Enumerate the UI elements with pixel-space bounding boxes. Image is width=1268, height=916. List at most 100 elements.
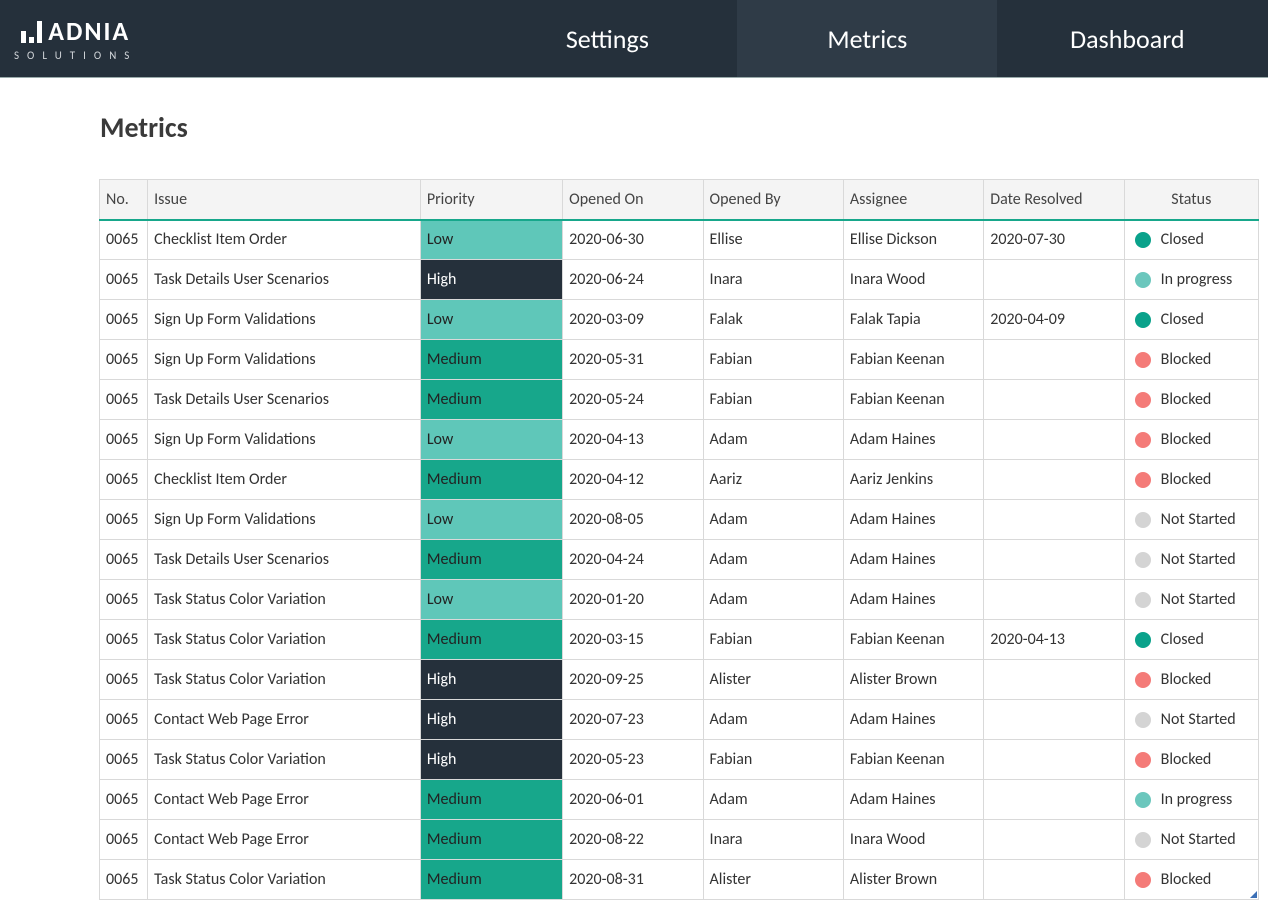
cell-issue[interactable]: Task Details User Scenarios: [148, 540, 421, 580]
cell-date-resolved[interactable]: [984, 340, 1124, 380]
cell-assignee[interactable]: Fabian Keenan: [843, 340, 983, 380]
cell-issue[interactable]: Sign Up Form Validations: [148, 500, 421, 540]
cell-opened-by[interactable]: Ellise: [703, 220, 843, 260]
cell-issue[interactable]: Task Status Color Variation: [148, 860, 421, 900]
cell-assignee[interactable]: Adam Haines: [843, 500, 983, 540]
cell-opened-on[interactable]: 2020-07-23: [563, 700, 703, 740]
table-row[interactable]: 0065Checklist Item OrderLow2020-06-30Ell…: [100, 220, 1259, 260]
cell-date-resolved[interactable]: [984, 660, 1124, 700]
cell-opened-by[interactable]: Alister: [703, 860, 843, 900]
cell-issue[interactable]: Contact Web Page Error: [148, 700, 421, 740]
cell-opened-by[interactable]: Adam: [703, 500, 843, 540]
cell-assignee[interactable]: Fabian Keenan: [843, 740, 983, 780]
table-row[interactable]: 0065Contact Web Page ErrorHigh2020-07-23…: [100, 700, 1259, 740]
cell-status[interactable]: Closed: [1124, 300, 1258, 340]
cell-opened-on[interactable]: 2020-04-12: [563, 460, 703, 500]
cell-status[interactable]: Blocked: [1124, 380, 1258, 420]
cell-assignee[interactable]: Inara Wood: [843, 820, 983, 860]
cell-opened-on[interactable]: 2020-05-23: [563, 740, 703, 780]
table-row[interactable]: 0065Contact Web Page ErrorMedium2020-08-…: [100, 820, 1259, 860]
cell-opened-by[interactable]: Aariz: [703, 460, 843, 500]
table-row[interactable]: 0065Sign Up Form ValidationsLow2020-03-0…: [100, 300, 1259, 340]
cell-opened-by[interactable]: Alister: [703, 660, 843, 700]
nav-tab-dashboard[interactable]: Dashboard: [997, 0, 1257, 77]
cell-issue[interactable]: Sign Up Form Validations: [148, 340, 421, 380]
cell-status[interactable]: Blocked: [1124, 420, 1258, 460]
cell-opened-by[interactable]: Adam: [703, 780, 843, 820]
cell-priority[interactable]: Medium: [420, 860, 562, 900]
cell-opened-on[interactable]: 2020-08-22: [563, 820, 703, 860]
table-row[interactable]: 0065Task Status Color VariationMedium202…: [100, 620, 1259, 660]
cell-opened-by[interactable]: Fabian: [703, 340, 843, 380]
col-header[interactable]: No.: [100, 180, 148, 220]
cell-status[interactable]: In progress: [1124, 780, 1258, 820]
cell-priority[interactable]: High: [420, 660, 562, 700]
cell-opened-by[interactable]: Fabian: [703, 380, 843, 420]
cell-status[interactable]: In progress: [1124, 260, 1258, 300]
cell-assignee[interactable]: Aariz Jenkins: [843, 460, 983, 500]
cell-status[interactable]: Blocked: [1124, 740, 1258, 780]
cell-issue[interactable]: Task Status Color Variation: [148, 580, 421, 620]
cell-date-resolved[interactable]: [984, 700, 1124, 740]
cell-assignee[interactable]: Adam Haines: [843, 700, 983, 740]
cell-no[interactable]: 0065: [100, 540, 148, 580]
cell-date-resolved[interactable]: [984, 820, 1124, 860]
cell-issue[interactable]: Checklist Item Order: [148, 220, 421, 260]
cell-no[interactable]: 0065: [100, 660, 148, 700]
col-header[interactable]: Opened On: [563, 180, 703, 220]
table-row[interactable]: 0065Task Status Color VariationMedium202…: [100, 860, 1259, 900]
col-header[interactable]: Assignee: [843, 180, 983, 220]
cell-assignee[interactable]: Fabian Keenan: [843, 380, 983, 420]
cell-opened-by[interactable]: Inara: [703, 820, 843, 860]
cell-date-resolved[interactable]: 2020-04-09: [984, 300, 1124, 340]
table-row[interactable]: 0065Task Status Color VariationHigh2020-…: [100, 740, 1259, 780]
table-row[interactable]: 0065Task Status Color VariationLow2020-0…: [100, 580, 1259, 620]
cell-status[interactable]: Not Started: [1124, 500, 1258, 540]
cell-date-resolved[interactable]: [984, 420, 1124, 460]
cell-date-resolved[interactable]: [984, 580, 1124, 620]
cell-opened-by[interactable]: Inara: [703, 260, 843, 300]
cell-status[interactable]: Not Started: [1124, 820, 1258, 860]
cell-date-resolved[interactable]: [984, 460, 1124, 500]
cell-status[interactable]: Not Started: [1124, 700, 1258, 740]
cell-priority[interactable]: Medium: [420, 820, 562, 860]
cell-priority[interactable]: Low: [420, 300, 562, 340]
cell-no[interactable]: 0065: [100, 340, 148, 380]
cell-priority[interactable]: Medium: [420, 460, 562, 500]
cell-status[interactable]: Not Started: [1124, 580, 1258, 620]
cell-status[interactable]: Closed: [1124, 620, 1258, 660]
cell-issue[interactable]: Task Status Color Variation: [148, 620, 421, 660]
cell-opened-on[interactable]: 2020-06-01: [563, 780, 703, 820]
cell-no[interactable]: 0065: [100, 300, 148, 340]
cell-issue[interactable]: Task Details User Scenarios: [148, 380, 421, 420]
cell-opened-by[interactable]: Fabian: [703, 740, 843, 780]
cell-no[interactable]: 0065: [100, 220, 148, 260]
cell-priority[interactable]: Low: [420, 220, 562, 260]
nav-tab-settings[interactable]: Settings: [477, 0, 737, 77]
cell-assignee[interactable]: Ellise Dickson: [843, 220, 983, 260]
cell-no[interactable]: 0065: [100, 460, 148, 500]
cell-assignee[interactable]: Adam Haines: [843, 780, 983, 820]
table-row[interactable]: 0065Task Details User ScenariosMedium202…: [100, 380, 1259, 420]
col-header[interactable]: Issue: [148, 180, 421, 220]
cell-issue[interactable]: Task Details User Scenarios: [148, 260, 421, 300]
cell-no[interactable]: 0065: [100, 820, 148, 860]
cell-no[interactable]: 0065: [100, 420, 148, 460]
cell-assignee[interactable]: Inara Wood: [843, 260, 983, 300]
cell-opened-on[interactable]: 2020-08-31: [563, 860, 703, 900]
cell-issue[interactable]: Task Status Color Variation: [148, 660, 421, 700]
table-row[interactable]: 0065Task Details User ScenariosMedium202…: [100, 540, 1259, 580]
cell-no[interactable]: 0065: [100, 380, 148, 420]
cell-issue[interactable]: Contact Web Page Error: [148, 780, 421, 820]
cell-status[interactable]: Blocked: [1124, 340, 1258, 380]
cell-opened-by[interactable]: Fabian: [703, 620, 843, 660]
cell-assignee[interactable]: Fabian Keenan: [843, 620, 983, 660]
cell-opened-by[interactable]: Adam: [703, 580, 843, 620]
cell-priority[interactable]: Medium: [420, 780, 562, 820]
cell-priority[interactable]: Medium: [420, 540, 562, 580]
table-row[interactable]: 0065Checklist Item OrderMedium2020-04-12…: [100, 460, 1259, 500]
cell-opened-on[interactable]: 2020-06-24: [563, 260, 703, 300]
cell-assignee[interactable]: Adam Haines: [843, 580, 983, 620]
cell-priority[interactable]: Medium: [420, 340, 562, 380]
cell-no[interactable]: 0065: [100, 620, 148, 660]
